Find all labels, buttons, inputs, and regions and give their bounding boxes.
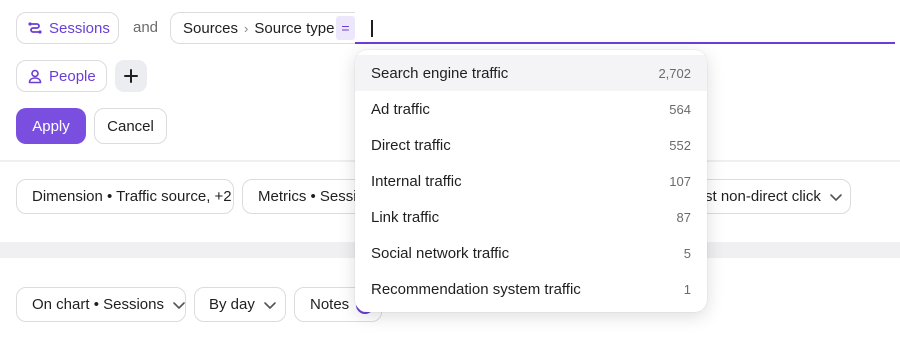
option-label: Direct traffic	[371, 136, 451, 154]
filter-path-attribute: Source type	[254, 19, 335, 37]
dropdown-option[interactable]: Social network traffic 5	[355, 235, 707, 271]
option-count: 5	[683, 245, 691, 261]
option-count: 2,702	[658, 65, 691, 81]
text-caret	[371, 20, 373, 37]
dropdown-option[interactable]: Direct traffic 552	[355, 127, 707, 163]
dropdown-option[interactable]: Recommendation system traffic 1	[355, 271, 707, 307]
dimensions-button[interactable]: Dimension • Traffic source, +2	[16, 179, 234, 214]
attribution-label: st non-direct click	[705, 188, 821, 205]
option-count: 564	[669, 101, 691, 117]
dropdown-option[interactable]: Ad traffic 564	[355, 91, 707, 127]
chevron-down-icon	[263, 298, 277, 312]
add-condition-button[interactable]	[115, 60, 147, 92]
filter-operator[interactable]: =	[336, 16, 355, 40]
breadcrumb-separator: ›	[244, 20, 249, 36]
option-count: 552	[669, 137, 691, 153]
option-label: Ad traffic	[371, 100, 430, 118]
option-label: Search engine traffic	[371, 64, 509, 82]
people-segment-button[interactable]: People	[16, 60, 107, 92]
option-label: Link traffic	[371, 208, 440, 226]
grouping-dropdown[interactable]: By day	[194, 287, 286, 322]
dimensions-label: Dimension • Traffic source, +2	[32, 188, 232, 205]
people-label: People	[49, 67, 96, 85]
person-icon	[27, 68, 43, 84]
option-count: 1	[683, 281, 691, 297]
option-count: 107	[669, 173, 691, 189]
grouping-label: By day	[209, 296, 255, 313]
dropdown-option[interactable]: Search engine traffic 2,702	[355, 55, 707, 91]
dropdown-option[interactable]: Link traffic 87	[355, 199, 707, 235]
sessions-icon	[27, 20, 43, 36]
apply-button[interactable]: Apply	[16, 108, 86, 144]
source-type-dropdown: Search engine traffic 2,702 Ad traffic 5…	[355, 50, 707, 312]
filter-condition: Sources › Source type =	[170, 12, 895, 44]
and-connector: and	[133, 19, 159, 36]
chevron-down-icon	[172, 298, 186, 312]
chevron-down-icon	[829, 190, 843, 204]
option-label: Internal traffic	[371, 172, 462, 190]
plus-icon	[124, 69, 138, 83]
filter-path-chip[interactable]: Sources › Source type	[170, 12, 355, 44]
chart-metric-dropdown[interactable]: On chart • Sessions	[16, 287, 186, 322]
option-label: Social network traffic	[371, 244, 510, 262]
filter-path-group: Sources	[183, 19, 239, 37]
sessions-label: Sessions	[49, 19, 110, 37]
cancel-button[interactable]: Cancel	[94, 108, 167, 144]
filter-value-input[interactable]	[355, 12, 895, 44]
sessions-segment-button[interactable]: Sessions	[16, 12, 119, 44]
option-count: 87	[676, 209, 691, 225]
dropdown-option[interactable]: Internal traffic 107	[355, 163, 707, 199]
option-label: Recommendation system traffic	[371, 280, 581, 298]
notes-label: Notes	[310, 296, 350, 313]
chart-metric-label: On chart • Sessions	[32, 296, 164, 313]
